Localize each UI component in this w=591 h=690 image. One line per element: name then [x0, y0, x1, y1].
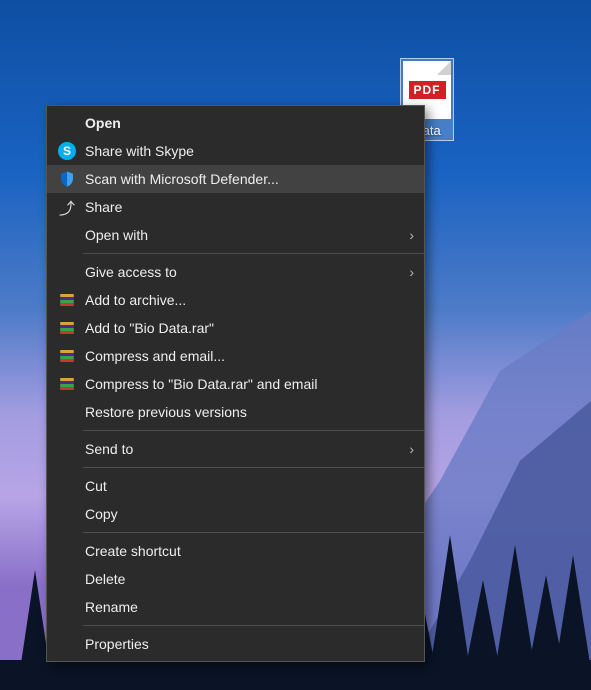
menu-item-label: Properties	[85, 636, 414, 652]
menu-item-label: Share	[85, 199, 414, 215]
submenu-arrow-icon: ›	[409, 227, 414, 243]
menu-item-label: Compress to "Bio Data.rar" and email	[85, 376, 414, 392]
menu-item-defender[interactable]: Scan with Microsoft Defender...	[47, 165, 424, 193]
menu-item-label: Add to archive...	[85, 292, 414, 308]
winrar-icon	[58, 375, 76, 393]
menu-item-label: Delete	[85, 571, 414, 587]
menu-item-label: Send to	[85, 441, 409, 457]
submenu-arrow-icon: ›	[409, 264, 414, 280]
menu-item-cut[interactable]: Cut	[47, 472, 424, 500]
menu-item-label: Scan with Microsoft Defender...	[85, 171, 414, 187]
menu-item-label: Create shortcut	[85, 543, 414, 559]
menu-item-label: Add to "Bio Data.rar"	[85, 320, 414, 336]
menu-item-label: Copy	[85, 506, 414, 522]
menu-item-label: Share with Skype	[85, 143, 414, 159]
menu-item-label: Give access to	[85, 264, 409, 280]
menu-separator	[83, 430, 424, 431]
menu-item-delete[interactable]: Delete	[47, 565, 424, 593]
menu-item-copy[interactable]: Copy	[47, 500, 424, 528]
menu-item-label: Open	[85, 115, 414, 131]
defender-shield-icon	[58, 170, 76, 188]
menu-item-rename[interactable]: Rename	[47, 593, 424, 621]
menu-separator	[83, 253, 424, 254]
skype-icon: S	[58, 142, 76, 160]
submenu-arrow-icon: ›	[409, 441, 414, 457]
menu-item-skype[interactable]: S Share with Skype	[47, 137, 424, 165]
menu-item-share[interactable]: ⤴ Share	[47, 193, 424, 221]
menu-separator	[83, 532, 424, 533]
menu-item-label: Open with	[85, 227, 409, 243]
menu-item-addbiodata[interactable]: Add to "Bio Data.rar"	[47, 314, 424, 342]
winrar-icon	[58, 291, 76, 309]
menu-item-openwith[interactable]: Open with›	[47, 221, 424, 249]
menu-item-restore[interactable]: Restore previous versions	[47, 398, 424, 426]
menu-item-label: Cut	[85, 478, 414, 494]
share-icon: ⤴	[58, 198, 76, 216]
menu-item-compmail[interactable]: Compress and email...	[47, 342, 424, 370]
menu-item-open[interactable]: Open	[47, 109, 424, 137]
menu-item-addarchive[interactable]: Add to archive...	[47, 286, 424, 314]
menu-separator	[83, 625, 424, 626]
menu-item-sendto[interactable]: Send to›	[47, 435, 424, 463]
menu-item-label: Rename	[85, 599, 414, 615]
menu-item-label: Restore previous versions	[85, 404, 414, 420]
menu-separator	[83, 467, 424, 468]
menu-item-shortcut[interactable]: Create shortcut	[47, 537, 424, 565]
menu-item-label: Compress and email...	[85, 348, 414, 364]
winrar-icon	[58, 347, 76, 365]
menu-item-compbiomail[interactable]: Compress to "Bio Data.rar" and email	[47, 370, 424, 398]
menu-item-properties[interactable]: Properties	[47, 630, 424, 658]
menu-item-giveaccess[interactable]: Give access to›	[47, 258, 424, 286]
winrar-icon	[58, 319, 76, 337]
context-menu: Open S Share with Skype Scan with Microsoft…	[46, 105, 425, 662]
